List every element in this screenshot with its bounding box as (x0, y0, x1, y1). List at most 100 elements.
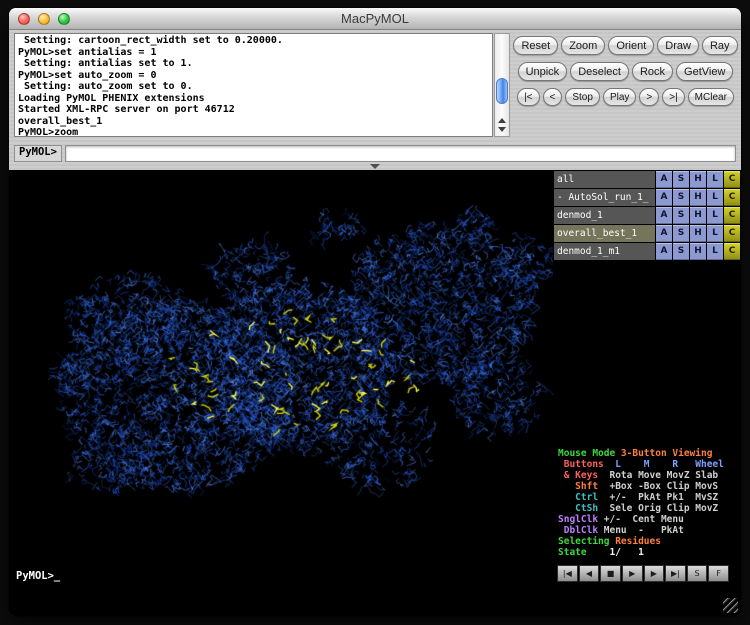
mclear-button[interactable]: MClear (688, 88, 734, 106)
console-line: Started XML-RPC server on port 46712 (18, 104, 489, 116)
object-s-button[interactable]: S (673, 225, 689, 242)
molecule-viewport[interactable] (9, 170, 553, 616)
movie-last-button[interactable]: >| (662, 88, 684, 106)
deselect-button[interactable]: Deselect (570, 62, 629, 81)
object-a-button[interactable]: A (656, 189, 672, 206)
object-name[interactable]: denmod_1_m1 (554, 243, 655, 260)
object-a-button[interactable]: A (656, 207, 672, 224)
movie-play-button[interactable]: Play (603, 88, 636, 106)
mouse-panel-text: Mouse Mode (558, 448, 615, 459)
object-s-button[interactable]: S (673, 171, 689, 188)
mouse-panel-text: Sele Orig Clip MovZ (604, 503, 718, 514)
console-line: PyMOL>set antialias = 1 (18, 47, 489, 59)
getview-button[interactable]: GetView (676, 62, 733, 81)
object-a-button[interactable]: A (656, 225, 672, 242)
vcr-f-button[interactable]: F (708, 565, 729, 582)
rock-button[interactable]: Rock (632, 62, 673, 81)
mouse-panel-text: Shft (558, 481, 604, 492)
object-l-button[interactable]: L (707, 207, 723, 224)
traffic-lights (18, 13, 70, 25)
object-l-button[interactable]: L (707, 189, 723, 206)
mouse-panel-line: Mouse Mode 3-Button Viewing (558, 448, 741, 459)
object-c-button[interactable]: C (724, 243, 740, 260)
console-line: Setting: cartoon_rect_width set to 0.200… (18, 35, 489, 47)
movie-controls: |◀◀■▶▶▶|SF (557, 565, 729, 582)
upper-panel: Setting: cartoon_rect_width set to 0.200… (9, 30, 741, 142)
mouse-panel-text: DblClk (558, 525, 604, 536)
toolbar-row-3: |<<StopPlay>>|MClear (517, 88, 734, 106)
zoom-button[interactable]: Zoom (561, 36, 605, 55)
object-h-button[interactable]: H (690, 189, 706, 206)
movie-first-button[interactable]: |< (517, 88, 539, 106)
object-h-button[interactable]: H (690, 171, 706, 188)
object-l-button[interactable]: L (707, 243, 723, 260)
scrollbar-thumb[interactable] (496, 78, 508, 104)
draw-button[interactable]: Draw (657, 36, 699, 55)
console-line: PyMOL>zoom (18, 127, 489, 137)
object-name[interactable]: denmod_1 (554, 207, 655, 224)
resize-grip[interactable] (723, 598, 738, 613)
vcr-rewind-button[interactable]: |◀ (557, 565, 578, 582)
console-line: PyMOL>set auto_zoom = 0 (18, 70, 489, 82)
mouse-panel-text: Rota Move MovZ Slab (604, 470, 718, 481)
orient-button[interactable]: Orient (608, 36, 654, 55)
object-c-button[interactable]: C (724, 171, 740, 188)
console-line: Setting: antialias set to 1. (18, 58, 489, 70)
prompt-label: PyMOL> (14, 145, 62, 162)
unpick-button[interactable]: Unpick (518, 62, 568, 81)
mouse-panel-line: CtSh Sele Orig Clip MovZ (558, 503, 741, 514)
minimize-button[interactable] (38, 13, 50, 25)
macpymol-window: MacPyMOL Setting: cartoon_rect_width set… (9, 8, 741, 616)
vcr-play-button[interactable]: ▶ (622, 565, 643, 582)
console-scrollbar[interactable] (494, 33, 510, 137)
mouse-mode-panel[interactable]: Mouse Mode 3-Button Viewing Buttons L M … (558, 448, 741, 558)
mouse-panel-text: Selecting (558, 536, 609, 547)
sash-handle-icon[interactable] (370, 164, 380, 169)
title-bar[interactable]: MacPyMOL (9, 8, 741, 30)
movie-stop-button[interactable]: Stop (565, 88, 600, 106)
mouse-panel-text: SnglClk (558, 514, 604, 525)
object-h-button[interactable]: H (690, 243, 706, 260)
object-h-button[interactable]: H (690, 207, 706, 224)
object-row: - AutoSol_run_1_ASHLC (554, 189, 740, 206)
sash[interactable] (9, 164, 741, 169)
object-c-button[interactable]: C (724, 225, 740, 242)
mouse-panel-line: State 1/ 1 (558, 547, 741, 558)
console-log[interactable]: Setting: cartoon_rect_width set to 0.200… (14, 33, 493, 137)
object-s-button[interactable]: S (673, 189, 689, 206)
object-name[interactable]: - AutoSol_run_1_ (554, 189, 655, 206)
reset-button[interactable]: Reset (513, 36, 558, 55)
vcr-end-button[interactable]: ▶| (665, 565, 686, 582)
object-l-button[interactable]: L (707, 225, 723, 242)
object-a-button[interactable]: A (656, 243, 672, 260)
close-button[interactable] (18, 13, 30, 25)
object-a-button[interactable]: A (656, 171, 672, 188)
scroll-down-icon[interactable] (498, 127, 506, 132)
mouse-panel-text: +Box -Box Clip MovS (604, 481, 718, 492)
object-c-button[interactable]: C (724, 189, 740, 206)
object-name[interactable]: overall_best_1 (554, 225, 655, 242)
command-input[interactable] (65, 145, 736, 162)
mouse-panel-line: & Keys Rota Move MovZ Slab (558, 470, 741, 481)
mouse-panel-text: L M R Wheel (609, 459, 723, 470)
scroll-up-icon[interactable] (498, 118, 506, 123)
object-row: allASHLC (554, 171, 740, 188)
mouse-panel-text: Residues (609, 536, 660, 547)
vcr-stop-button[interactable]: ■ (600, 565, 621, 582)
object-name[interactable]: all (554, 171, 655, 188)
mouse-panel-line: Ctrl +/- PkAt Pk1 MvSZ (558, 492, 741, 503)
vcr-s-button[interactable]: S (687, 565, 708, 582)
movie-next-button[interactable]: > (639, 88, 659, 106)
object-s-button[interactable]: S (673, 207, 689, 224)
object-l-button[interactable]: L (707, 171, 723, 188)
maximize-button[interactable] (58, 13, 70, 25)
vcr-step-forward-button[interactable]: ▶ (644, 565, 665, 582)
object-h-button[interactable]: H (690, 225, 706, 242)
movie-prev-button[interactable]: < (543, 88, 563, 106)
object-c-button[interactable]: C (724, 207, 740, 224)
object-s-button[interactable]: S (673, 243, 689, 260)
ray-button[interactable]: Ray (702, 36, 738, 55)
mouse-panel-text: 1/ 1 (592, 547, 643, 558)
object-panel: allASHLC- AutoSol_run_1_ASHLCdenmod_1ASH… (554, 170, 741, 616)
vcr-step-back-button[interactable]: ◀ (579, 565, 600, 582)
